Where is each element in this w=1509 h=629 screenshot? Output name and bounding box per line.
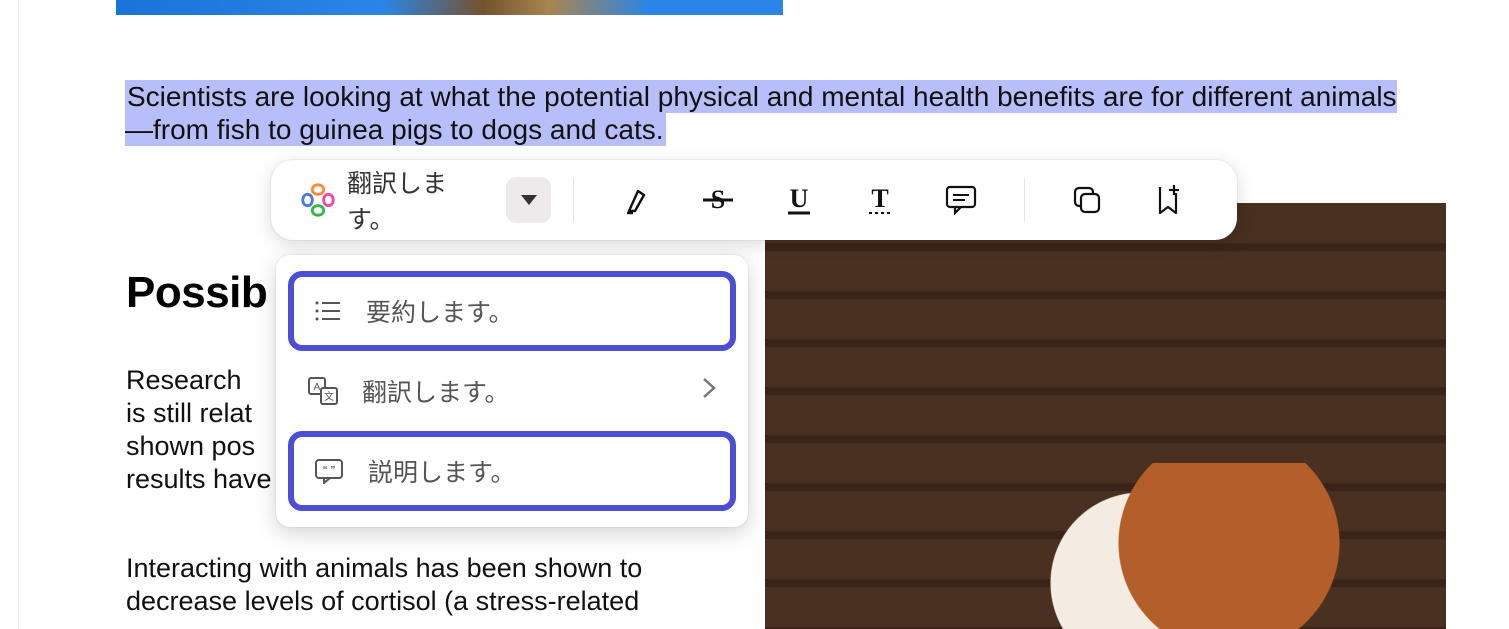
- highlighter-icon: [622, 185, 652, 215]
- bookmark-plus-icon: [1152, 183, 1184, 217]
- svg-text:A: A: [314, 382, 321, 393]
- document-page: Scientists are looking at what the poten…: [18, 0, 1492, 629]
- caret-down-icon: [521, 195, 537, 205]
- svg-text:文: 文: [324, 390, 334, 403]
- article-image-dog: [765, 203, 1446, 629]
- chevron-right-icon: [702, 377, 716, 406]
- underline-icon: U: [782, 184, 816, 216]
- dropdown-item-label: 要約します。: [366, 293, 514, 329]
- app-logo-icon: [299, 181, 337, 219]
- article-image-top: [116, 0, 783, 15]
- article-paragraph-2: Interacting with animals has been shown …: [126, 552, 716, 618]
- toolbar-translate-label: 翻訳します。: [347, 164, 492, 236]
- comment-button[interactable]: [935, 173, 988, 227]
- action-dropdown: 要約します。 A 文 翻訳します。 “ ” 説明します。: [276, 255, 748, 527]
- dog-illustration: [965, 463, 1405, 629]
- strikethrough-icon: S: [701, 185, 735, 215]
- separator: [1024, 178, 1025, 222]
- selected-text[interactable]: Scientists are looking at what the poten…: [125, 80, 1405, 146]
- copy-button[interactable]: [1061, 173, 1114, 227]
- dropdown-item-label: 説明します。: [368, 453, 516, 489]
- list-icon: [314, 299, 342, 323]
- highlighted-span: Scientists are looking at what the poten…: [125, 80, 1397, 146]
- explain-icon: “ ”: [314, 458, 344, 484]
- copy-icon: [1071, 184, 1103, 216]
- article-heading: Possib: [126, 268, 267, 318]
- dropdown-item-translate[interactable]: A 文 翻訳します。: [288, 355, 736, 427]
- underline-button[interactable]: U: [773, 173, 826, 227]
- strikethrough-button[interactable]: S: [691, 173, 744, 227]
- highlight-button[interactable]: [610, 173, 663, 227]
- dropdown-item-label: 翻訳します。: [362, 373, 510, 409]
- svg-text:U: U: [790, 184, 809, 213]
- svg-text:“ ”: “ ”: [323, 465, 336, 476]
- dropdown-item-summarize[interactable]: 要約します。: [288, 271, 736, 351]
- svg-text:T: T: [871, 184, 888, 213]
- selection-toolbar: 翻訳します。 S U T: [271, 160, 1237, 240]
- comment-icon: [945, 185, 977, 215]
- separator: [573, 178, 574, 222]
- bookmark-add-button[interactable]: [1142, 173, 1195, 227]
- text-t-icon: T: [863, 184, 897, 216]
- text-style-button[interactable]: T: [854, 173, 907, 227]
- translate-icon: A 文: [308, 377, 338, 405]
- dropdown-item-explain[interactable]: “ ” 説明します。: [288, 431, 736, 511]
- toolbar-dropdown-button[interactable]: [506, 177, 551, 223]
